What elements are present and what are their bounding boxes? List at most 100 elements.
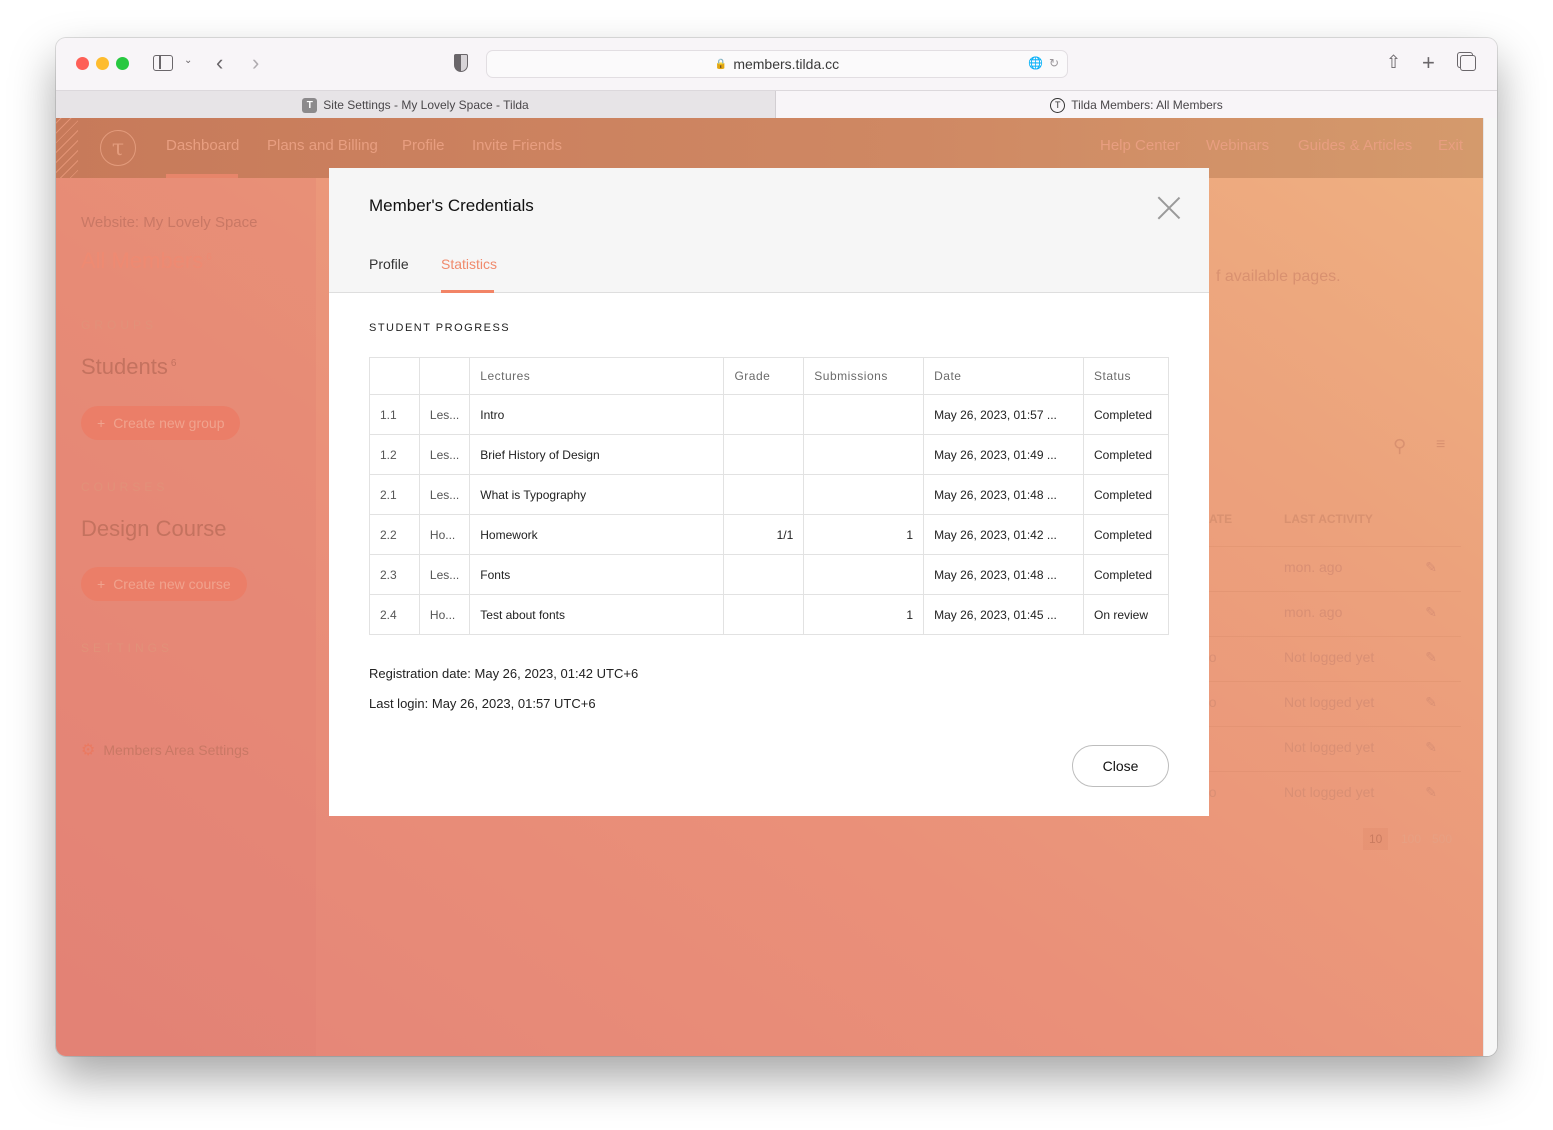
close-icon[interactable] [1157,196,1181,220]
maximize-window-button[interactable] [116,57,129,70]
edit-pencil-icon[interactable]: ✎ [1425,649,1437,666]
grade: 1/1 [723,514,805,555]
lesson-number: 2.3 [369,554,420,595]
all-members-link[interactable]: All Members 6 [81,248,212,274]
page-size-10[interactable]: 10 [1363,828,1389,850]
page-subtitle-fragment: f available pages. [1216,268,1341,285]
close-window-button[interactable] [76,57,89,70]
minimize-window-button[interactable] [96,57,109,70]
member-row[interactable]: mon. ago ✎ [1201,546,1461,591]
new-tab-icon[interactable]: + [1422,50,1435,76]
lecture-name: Test about fonts [469,594,725,635]
member-activity: Not logged yet [1284,739,1375,755]
active-tab-underline [441,290,494,293]
address-bar[interactable]: 🔒 members.tilda.cc 🌐 ↻ [486,50,1068,78]
page-scrollbar[interactable] [1483,118,1497,1056]
lecture-name: Homework [469,514,725,555]
member-row[interactable]: go Not logged yet ✎ [1201,636,1461,681]
submissions [803,434,925,475]
nav-invite-friends[interactable]: Invite Friends [472,137,562,154]
page-size-500[interactable]: 500 [1432,832,1452,846]
member-row[interactable]: go Not logged yet ✎ [1201,681,1461,726]
grade [723,434,805,475]
chevron-down-icon[interactable]: ⌄ [184,55,192,66]
nav-guides-articles[interactable]: Guides & Articles [1298,137,1412,154]
filter-icon[interactable]: ≡ [1436,436,1445,454]
nav-profile[interactable]: Profile [402,137,445,154]
sidebar-toggle-icon[interactable] [153,55,173,71]
column-last-activity: LAST ACTIVITY [1284,512,1373,526]
member-row[interactable]: Not logged yet ✎ [1201,726,1461,771]
lesson-type: Ho... [418,594,471,635]
status: On review [1082,594,1170,635]
tab-bar: T Site Settings - My Lovely Space - Tild… [56,90,1497,119]
column-lectures[interactable]: Lectures [469,357,725,395]
create-group-button[interactable]: + Create new group [81,406,241,440]
translate-icon[interactable]: 🌐 [1028,56,1043,70]
tab-profile[interactable]: Profile [369,256,409,272]
group-students-link[interactable]: Students 6 [81,354,176,380]
search-icon[interactable]: ⚲ [1393,436,1406,457]
create-course-label: Create new course [113,576,231,592]
reload-icon[interactable]: ↻ [1049,56,1059,70]
tab-statistics[interactable]: Statistics [441,256,497,272]
nav-dashboard[interactable]: Dashboard [166,137,239,154]
table-row: 2.3 Les... Fonts May 26, 2023, 01:48 ...… [369,554,1170,595]
tab-site-settings[interactable]: T Site Settings - My Lovely Space - Tild… [56,91,776,119]
column-number [369,357,420,395]
browser-window: ⌄ ‹ › 🔒 members.tilda.cc 🌐 ↻ ⇧ + T Site … [56,38,1497,1056]
nav-plans-billing[interactable]: Plans and Billing [267,137,378,154]
student-progress-table: Lectures Grade Submissions Date Status 1… [369,357,1170,635]
browser-toolbar: ⌄ ‹ › 🔒 members.tilda.cc 🌐 ↻ ⇧ + [56,38,1497,90]
column-status[interactable]: Status [1082,357,1170,395]
sidebar: Website: My Lovely Space All Members 6 GR… [56,178,316,1056]
date: May 26, 2023, 01:48 ... [923,554,1084,595]
page-content: τ Dashboard Plans and Billing Profile In… [56,118,1483,1056]
member-activity: Not logged yet [1284,694,1375,710]
course-design-link[interactable]: Design Course [81,516,227,542]
grade [723,394,805,435]
status: Completed [1082,434,1170,475]
gear-icon: ⚙ [81,742,96,759]
member-row[interactable]: mon. ago ✎ [1201,591,1461,636]
lecture-name: Brief History of Design [469,434,725,475]
member-row[interactable]: go Not logged yet ✎ [1201,771,1461,816]
column-grade[interactable]: Grade [723,357,805,395]
grade [723,594,805,635]
plus-icon: + [97,415,106,431]
edit-pencil-icon[interactable]: ✎ [1425,739,1437,756]
create-course-button[interactable]: + Create new course [81,567,247,601]
nav-exit[interactable]: Exit [1438,137,1463,154]
privacy-shield-icon[interactable] [454,54,468,72]
edit-pencil-icon[interactable]: ✎ [1425,784,1437,801]
edit-pencil-icon[interactable]: ✎ [1425,559,1437,576]
address-text: members.tilda.cc [733,56,840,72]
close-button[interactable]: Close [1072,745,1169,787]
lesson-type: Ho... [418,514,471,555]
nav-webinars[interactable]: Webinars [1206,137,1269,154]
tab-overview-icon[interactable] [1460,55,1476,71]
share-icon[interactable]: ⇧ [1386,52,1401,73]
settings-caption: SETTINGS [81,641,174,655]
table-row: 2.2 Ho... Homework 1/1 1 May 26, 2023, 0… [369,514,1170,555]
lecture-name: Intro [469,394,725,435]
nav-help-center[interactable]: Help Center [1100,137,1180,154]
submissions [803,554,925,595]
edit-pencil-icon[interactable]: ✎ [1425,604,1437,621]
tab-tilda-members[interactable]: T Tilda Members: All Members [776,91,1497,119]
members-area-settings-link[interactable]: ⚙ Members Area Settings [81,740,249,760]
tilda-logo-icon[interactable]: τ [100,130,136,166]
column-date[interactable]: Date [923,357,1084,395]
column-submissions[interactable]: Submissions [803,357,925,395]
date: May 26, 2023, 01:57 ... [923,394,1084,435]
member-credentials-modal: Member's Credentials Profile Statistics … [329,168,1209,816]
lesson-type: Les... [418,554,471,595]
forward-icon[interactable]: › [252,50,259,76]
modal-header: Member's Credentials Profile Statistics [329,168,1209,293]
page-size-100[interactable]: 100 [1401,832,1421,846]
edit-pencil-icon[interactable]: ✎ [1425,694,1437,711]
table-row: 1.2 Les... Brief History of Design May 2… [369,434,1170,475]
grade [723,474,805,515]
student-progress-heading: STUDENT PROGRESS [369,322,511,334]
back-icon[interactable]: ‹ [216,50,223,76]
